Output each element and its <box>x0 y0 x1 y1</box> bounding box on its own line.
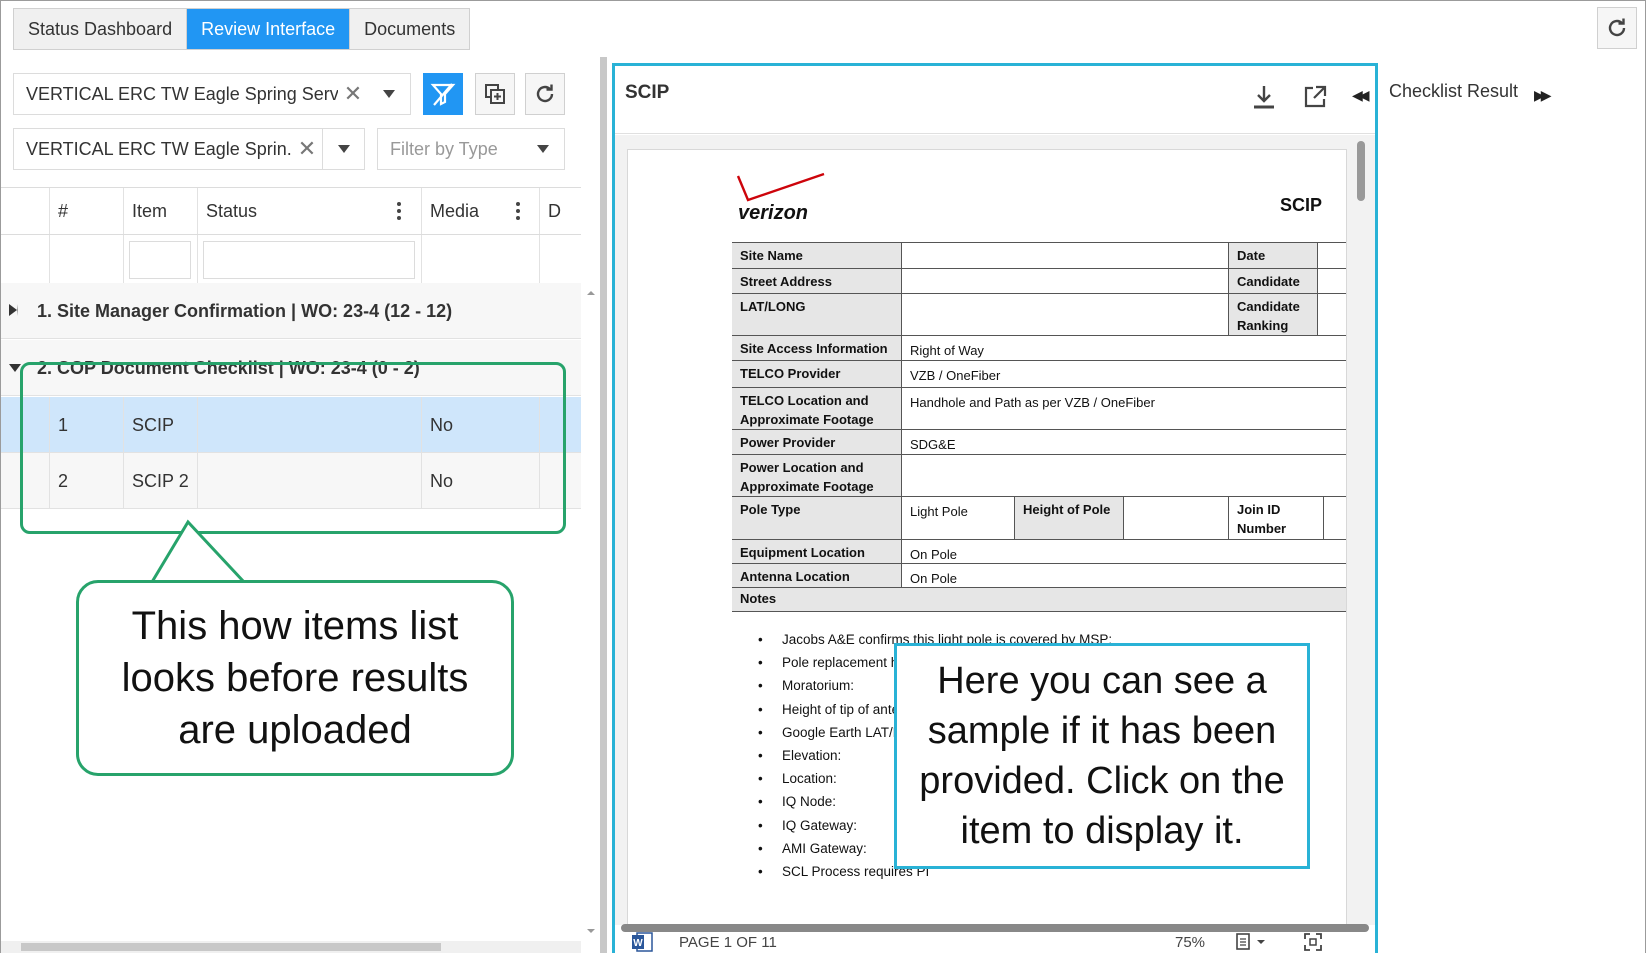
field-label: LAT/LONG <box>732 294 902 335</box>
field-label: Equipment Location <box>732 540 902 563</box>
field-label: Candidate Ranking <box>1228 294 1318 335</box>
top-bar: Status Dashboard Review Interface Docume… <box>0 0 1646 57</box>
field-value: On Pole <box>910 547 957 562</box>
field-value: Right of Way <box>910 343 984 358</box>
project-select-value: VERTICAL ERC TW Eagle Spring Serv... <box>26 83 338 104</box>
field-label: Date <box>1228 243 1318 268</box>
notes-label: Notes <box>732 588 1346 612</box>
document-heading: SCIP <box>1280 195 1323 215</box>
field-label: Height of Pole <box>1014 497 1124 539</box>
reload-items-button[interactable] <box>525 73 565 115</box>
tab-strip: Status Dashboard Review Interface Docume… <box>13 8 471 50</box>
scip-form: Site Name Date Street Address Candidate … <box>732 242 1346 612</box>
field-label: Candidate <box>1228 269 1318 293</box>
field-label: Join ID Number <box>1228 497 1324 539</box>
refresh-icon <box>536 84 554 103</box>
clear-filter-button[interactable] <box>423 73 463 115</box>
grid-header: # Item Status Media D <box>1 187 581 235</box>
field-value: Handhole and Path as per VZB / OneFiber <box>910 395 1155 410</box>
copy-button[interactable] <box>475 73 515 115</box>
item-filter-input[interactable] <box>129 241 191 279</box>
group-label: 1. Site Manager Confirmation | WO: 23-4 … <box>37 301 453 321</box>
zoom-level[interactable]: 75% <box>1175 934 1205 951</box>
verizon-check-logo <box>736 172 825 202</box>
open-external-button[interactable] <box>1298 80 1332 114</box>
project-select[interactable]: VERTICAL ERC TW Eagle Spring Serv... ✕ <box>13 73 411 115</box>
field-value: VZB / OneFiber <box>910 368 1001 383</box>
grid-horizontal-scrollbar[interactable] <box>1 941 581 953</box>
download-button[interactable] <box>1247 80 1281 114</box>
download-icon <box>1254 86 1274 109</box>
highlight-box-items <box>20 362 566 534</box>
expand-arrow-icon[interactable] <box>9 304 18 316</box>
document-horizontal-scrollbar[interactable] <box>621 924 1369 932</box>
grid-filter-row <box>1 235 581 285</box>
document-header: SCIP <box>615 66 1375 134</box>
site-select-value: VERTICAL ERC TW Eagle Sprin... <box>26 138 292 159</box>
filter-off-icon <box>430 83 456 106</box>
field-label: Site Access Information <box>732 336 902 360</box>
tab-documents[interactable]: Documents <box>350 9 469 49</box>
document-vertical-scrollbar[interactable] <box>1357 141 1365 201</box>
column-header-number[interactable]: # <box>49 188 123 234</box>
status-filter-input[interactable] <box>203 241 415 279</box>
open-external-icon <box>1304 85 1327 108</box>
callout-pointer <box>150 519 246 584</box>
document-footer: W PAGE 1 OF 11 75% <box>615 932 1375 953</box>
svg-text:W: W <box>633 938 643 949</box>
logo-text: verizon <box>738 202 809 224</box>
status-column-menu-icon[interactable] <box>397 202 401 223</box>
rewind-icon[interactable]: ◀◀ <box>1352 87 1369 104</box>
site-select[interactable]: VERTICAL ERC TW Eagle Sprin... ✕ <box>13 128 365 170</box>
field-label: TELCO Provider <box>732 361 902 387</box>
field-label: TELCO Location and Approximate Footage <box>732 388 902 429</box>
field-value: On Pole <box>910 571 957 586</box>
page-view-menu-icon[interactable] <box>1235 933 1271 951</box>
checklist-result-title: Checklist Result <box>1389 81 1519 101</box>
refresh-icon <box>1608 18 1626 37</box>
field-value: SDG&E <box>910 437 956 452</box>
field-label: Power Provider <box>732 430 902 454</box>
column-header-d[interactable]: D <box>539 188 581 234</box>
tab-review-interface[interactable]: Review Interface <box>187 9 351 49</box>
type-filter-placeholder: Filter by Type <box>390 138 498 159</box>
refresh-button[interactable] <box>1597 7 1637 49</box>
callout-items-list: This how items list looks before results… <box>76 580 514 776</box>
field-value: Light Pole <box>910 504 968 519</box>
tab-status-dashboard[interactable]: Status Dashboard <box>14 9 188 49</box>
fast-forward-icon[interactable]: ▶▶ <box>1534 87 1551 104</box>
column-header-media[interactable]: Media <box>421 188 539 234</box>
panel-splitter[interactable] <box>600 57 607 953</box>
fit-to-page-icon[interactable] <box>1303 932 1323 952</box>
field-label: Antenna Location <box>732 564 902 587</box>
chevron-down-icon <box>537 145 549 153</box>
field-label: Pole Type <box>732 497 902 539</box>
field-label: Power Location and Approximate Footage <box>732 455 902 496</box>
document-title: SCIP <box>625 82 670 103</box>
project-dropdown-button[interactable] <box>368 74 410 114</box>
field-label: Street Address <box>732 269 902 293</box>
chevron-down-icon <box>383 90 395 98</box>
callout-document-sample: Here you can see a sample if it has been… <box>894 643 1310 869</box>
field-label: Site Name <box>732 243 902 268</box>
word-document-icon: W <box>632 932 653 952</box>
media-column-menu-icon[interactable] <box>516 202 520 223</box>
grid-vertical-scrollbar[interactable] <box>581 285 601 945</box>
group-row-site-manager[interactable]: 1. Site Manager Confirmation | WO: 23-4 … <box>1 283 581 339</box>
column-header-item[interactable]: Item <box>123 188 197 234</box>
page-indicator: PAGE 1 OF 11 <box>679 934 777 951</box>
clear-project-icon[interactable]: ✕ <box>338 81 368 107</box>
site-dropdown-button[interactable] <box>322 129 364 169</box>
column-header-status[interactable]: Status <box>197 188 421 234</box>
clear-site-icon[interactable]: ✕ <box>292 136 322 162</box>
type-dropdown-button[interactable] <box>522 129 564 169</box>
copy-icon <box>485 84 505 104</box>
checklist-result-panel: ◀◀ Checklist Result ▶▶ <box>1352 57 1646 953</box>
scrollbar-thumb[interactable] <box>21 943 441 951</box>
type-filter-select[interactable]: Filter by Type <box>377 128 565 170</box>
chevron-down-icon <box>337 145 350 153</box>
